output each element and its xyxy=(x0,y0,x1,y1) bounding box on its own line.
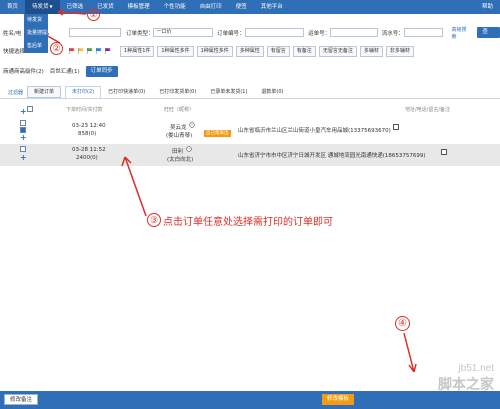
filter-no-message-no-remark[interactable]: 无留言无备注 xyxy=(318,45,357,57)
yellow-flag-icon[interactable] xyxy=(78,48,84,54)
buyer-nickname: (娄山青琴) xyxy=(166,133,193,139)
dropdown-item-batch-search[interactable]: 批量搜提示 xyxy=(24,27,52,40)
flag-filters xyxy=(69,48,114,54)
expand-plus-icon[interactable]: + xyxy=(20,134,27,142)
filter-non-multi-material[interactable]: 非多辅材 xyxy=(385,45,414,57)
logistics-no-input[interactable] xyxy=(330,28,378,37)
filter-has-message[interactable]: 有留言 xyxy=(266,45,290,57)
new-order-button[interactable]: 新建订单 xyxy=(27,86,62,98)
edit-icon[interactable] xyxy=(441,149,447,155)
order-pay: 858(0) xyxy=(78,131,97,137)
table-row[interactable]: + 03-28 11:52 2400(0) 田利 (太白向北) 山东省济宁市市中… xyxy=(0,144,500,166)
purple-flag-icon[interactable] xyxy=(105,48,111,54)
edit-remark-button[interactable]: 修改备注 xyxy=(4,394,39,405)
address-text: 山东省济宁市市中区济宁日城开发区 通城地流园光南通快递(18653757699) xyxy=(238,153,426,159)
nav-pending-shipment[interactable]: 待发货▼ xyxy=(25,0,60,14)
table-header: + 下单时间/实付款 旺旺（昵称） 地址/电话/留言/备注 xyxy=(20,106,451,116)
logistics-left-label[interactable]: 商通商高级件(2) xyxy=(3,67,44,75)
nav-home[interactable]: 首页 xyxy=(0,0,25,14)
edit-template-button[interactable]: 修改模板 xyxy=(322,394,355,405)
arrow-4 xyxy=(403,332,415,373)
order-no-label: 订单编号： xyxy=(217,30,245,37)
name-input[interactable] xyxy=(69,28,121,37)
step-1-marker: ① xyxy=(87,8,100,21)
logistics-right-label[interactable]: 百世汇通(1) xyxy=(50,67,80,75)
filter-multi-material[interactable]: 多辅材 xyxy=(359,45,383,57)
top-navigation: 首页 待发货▼ 已筛选 已发货 模板管理 个性功能 自由打印 便签 其他平台 帮… xyxy=(0,0,500,14)
nav-free-print[interactable]: 自由打印 xyxy=(193,0,229,14)
step-3-marker: ③ xyxy=(147,213,161,227)
address-text: 山东省临沂市兰山区兰山街道小皇汽车用品城(13375693670) xyxy=(238,128,391,134)
buyer-name[interactable]: 吴云龙 xyxy=(170,123,187,131)
wangwang-chat-icon[interactable] xyxy=(189,122,195,130)
nav-custom-features[interactable]: 个性功能 xyxy=(157,0,193,14)
table-row[interactable]: + 03-23 12:40 858(0) 吴云龙 (娄山青琴) 自己帮来出 山东… xyxy=(0,118,500,143)
nav-help[interactable]: 帮助 xyxy=(475,0,500,14)
nav-notes[interactable]: 便签 xyxy=(229,0,254,14)
nav-pending-shipment-label: 待发货 xyxy=(32,4,49,10)
step-2-marker: ② xyxy=(50,42,63,55)
wangwang-chat-icon[interactable] xyxy=(186,146,192,154)
name-label: 姓名/电 xyxy=(3,30,22,37)
buyer-name[interactable]: 田利 xyxy=(172,147,183,155)
watermark: jb51.net 脚本之家 xyxy=(438,363,494,394)
order-tabs-row: 过滤器 新建订单 未打印(2) 已打印快递单(0) 已打印发货单(0) 已录单未… xyxy=(0,86,500,99)
order-time: 03-23 12:40 xyxy=(72,123,106,129)
chevron-down-icon: ▼ xyxy=(49,4,53,9)
order-no-input[interactable] xyxy=(244,28,305,37)
tutorial-arrows xyxy=(43,8,417,373)
logistics-bind-row: 商通商高级件(2) 百世汇通(1) 订单同步 xyxy=(0,65,500,77)
dropdown-item-pending[interactable]: 待发货 xyxy=(24,14,48,27)
nav-other-platforms[interactable]: 其他平台 xyxy=(254,0,290,14)
expand-plus-icon[interactable]: + xyxy=(20,154,27,162)
edit-icon[interactable] xyxy=(393,124,399,130)
quick-select-label: 快捷选择 xyxy=(3,49,26,55)
header-buyer: 旺旺（昵称） xyxy=(164,107,195,113)
nav-filtered[interactable]: 已筛选 xyxy=(60,0,91,14)
tab-printed-invoice[interactable]: 已打印发货单(0) xyxy=(152,86,203,98)
order-sync-button[interactable]: 订单同步 xyxy=(85,65,118,77)
serial-no-label: 流水号： xyxy=(381,30,404,37)
arrowhead-4 xyxy=(408,363,417,373)
header-address: 地址/电话/留言/备注 xyxy=(405,107,451,113)
filter-one-attr-multi-piece[interactable]: 1种属性多件 xyxy=(157,45,194,57)
red-flag-icon[interactable] xyxy=(69,48,75,54)
row-checkbox[interactable] xyxy=(20,146,26,152)
row-checkbox[interactable] xyxy=(20,120,26,126)
logistics-no-label: 运单号： xyxy=(308,30,331,37)
filter-one-attr-multi-piece-2[interactable]: 1种属性多件 xyxy=(196,45,233,57)
order-time: 03-28 11:52 xyxy=(72,147,106,153)
dropdown-item-after-sale[interactable]: 售后单 xyxy=(24,40,48,53)
filter-has-remark[interactable]: 有备注 xyxy=(292,45,316,57)
order-print-page: 首页 待发货▼ 已筛选 已发货 模板管理 个性功能 自由打印 便签 其他平台 帮… xyxy=(0,0,500,409)
select-all-checkbox[interactable] xyxy=(27,106,33,112)
blue-flag-icon[interactable] xyxy=(96,48,102,54)
header-time-pay: 下单时间/实付款 xyxy=(66,107,103,113)
filter-one-attr-one-piece[interactable]: 1种属性1件 xyxy=(120,45,155,57)
status-badge: 自己帮来出 xyxy=(204,130,231,137)
tab-printed-express[interactable]: 已打印快递单(0) xyxy=(101,86,152,98)
advanced-search-link[interactable]: 高级搜索 xyxy=(451,26,471,40)
tab-recorded-unshipped[interactable]: 已录单未发货(1) xyxy=(203,86,254,98)
order-type-label: 订单类型： xyxy=(125,30,154,37)
filter-multi-attr[interactable]: 多种属性 xyxy=(235,45,264,57)
step-4-marker: ④ xyxy=(395,316,410,331)
quick-filter-row: 快捷选择 1种属性1件 1种属性多件 1种属性多件 多种属性 有留言 有备注 无… xyxy=(0,44,500,58)
search-button[interactable]: 查 询 xyxy=(477,27,500,46)
green-flag-icon[interactable] xyxy=(87,48,93,54)
search-row: 姓名/电 订单类型： 一口价 订单编号： 运单号： 流水号： 高级搜索 查 询 xyxy=(0,25,500,46)
order-type-select[interactable]: 一口价 xyxy=(153,28,214,37)
nav-template-manage[interactable]: 模板管理 xyxy=(121,0,157,14)
filter-link[interactable]: 过滤器 xyxy=(8,89,23,96)
tab-unprinted[interactable]: 未打印(2) xyxy=(65,86,102,98)
instruction-text: 点击订单任意处选择需打印的订单即可 xyxy=(163,217,333,228)
bottom-action-bar: 修改备注 修改模板 xyxy=(0,391,500,409)
serial-no-input[interactable] xyxy=(403,28,444,37)
buyer-nickname: (太白向北) xyxy=(167,157,194,163)
watermark-url: jb51.net xyxy=(458,363,494,374)
tab-refund[interactable]: 退款单(0) xyxy=(254,86,290,98)
order-type-value: 一口价 xyxy=(156,29,172,35)
pending-shipment-dropdown: 待发货 批量搜提示 售后单 xyxy=(24,14,52,53)
order-pay: 2400(0) xyxy=(76,155,98,161)
